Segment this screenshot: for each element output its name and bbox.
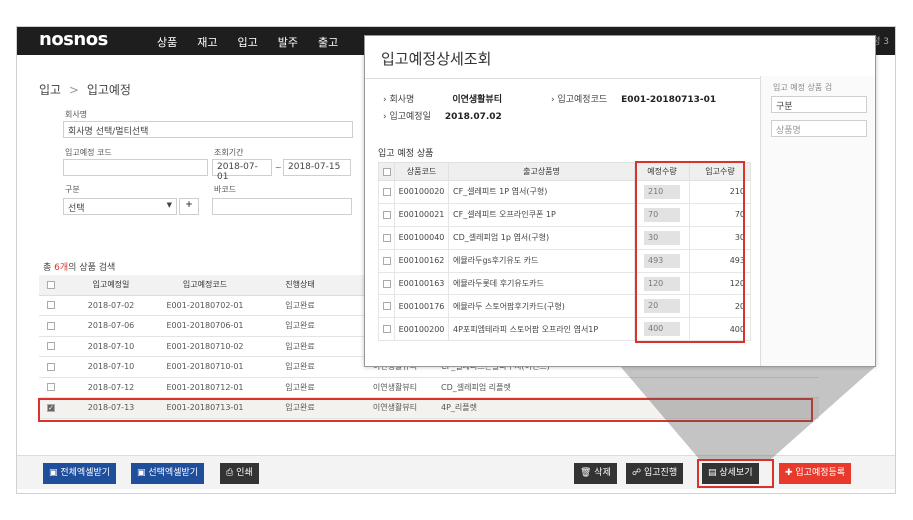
modal-date-field: › 입고예정일 2018.07.02 [383, 109, 502, 122]
modal-row-checkbox[interactable] [382, 256, 391, 265]
modal-row-checkbox[interactable] [382, 279, 391, 288]
modal-section-title: 입고 예정 상품 [378, 149, 434, 159]
modal-company-field: › 회사명 이연생활뷰티 [383, 92, 502, 105]
modal-row-checkbox[interactable] [382, 210, 391, 219]
side-type-select[interactable]: 구분 [771, 96, 867, 113]
side-panel-label: 입고 예정 상품 검 [773, 83, 833, 92]
modal-header-checkbox [378, 162, 395, 181]
modal-row-checkbox-cell [378, 202, 395, 227]
modal-row-checkbox[interactable] [382, 302, 391, 311]
modal-code-field: › 입고예정코드 E001-20180713-01 [551, 92, 716, 105]
modal-side-panel: 입고 예정 상품 검 구분 상품명 [760, 76, 875, 366]
modal-item-code: E00100040 [394, 225, 449, 250]
modal-header-name[interactable]: 출고상품명 [448, 162, 635, 181]
modal-company-label: 회사명 [389, 95, 415, 105]
modal-row-checkbox-cell [378, 294, 395, 319]
modal-date-label: 입고예정일 [389, 112, 431, 122]
modal-item-code: E00100021 [394, 202, 449, 227]
modal-row-checkbox[interactable] [382, 325, 391, 334]
modal-item-name: CF_셀레피트 1P 엽서(구형) [448, 180, 635, 204]
modal-row-checkbox-cell [378, 180, 395, 204]
modal-item-name: CD_셀레피엄 1p 엽서(구형) [448, 225, 635, 250]
modal-header-code[interactable]: 상품코드 [394, 162, 449, 181]
modal-row-checkbox-cell [378, 271, 395, 296]
modal-item-code: E00100200 [394, 317, 449, 342]
modal-item-code: E00100162 [394, 248, 449, 273]
quantity-columns-highlight [635, 161, 745, 343]
modal-code-label: 입고예정코드 [557, 95, 608, 105]
modal-item-code: E00100176 [394, 294, 449, 319]
modal-item-name: CF_셀레피트 오프라인쿠폰 1P [448, 202, 635, 227]
modal-row-checkbox[interactable] [382, 233, 391, 242]
detail-modal: 입고예정상세조회 › 회사명 이연생활뷰티 › 입고예정코드 E001-201807… [364, 35, 876, 367]
modal-select-all-checkbox[interactable] [382, 167, 391, 176]
modal-row-checkbox-cell [378, 248, 395, 273]
modal-title: 입고예정상세조회 [381, 50, 492, 68]
modal-row-checkbox[interactable] [382, 187, 391, 196]
modal-code-value: E001-20180713-01 [621, 95, 717, 105]
modal-item-name: 에뮬라두 스토어팜후기카드(구형) [448, 294, 635, 319]
side-name-input[interactable]: 상품명 [771, 120, 867, 137]
modal-item-code: E00100020 [394, 180, 449, 204]
modal-row-checkbox-cell [378, 317, 395, 342]
modal-item-code: E00100163 [394, 271, 449, 296]
modal-item-name: 에뮬라두gs후기유도 카드 [448, 248, 635, 273]
modal-item-name: 에뮬라두롯데 후기유도카드 [448, 271, 635, 296]
modal-company-value: 이연생활뷰티 [452, 95, 502, 105]
modal-item-name: 4P포피엠테라피 스토어팜 오프라인 엽서1P [448, 317, 635, 342]
modal-date-value: 2018.07.02 [444, 112, 502, 122]
modal-row-checkbox-cell [378, 225, 395, 250]
